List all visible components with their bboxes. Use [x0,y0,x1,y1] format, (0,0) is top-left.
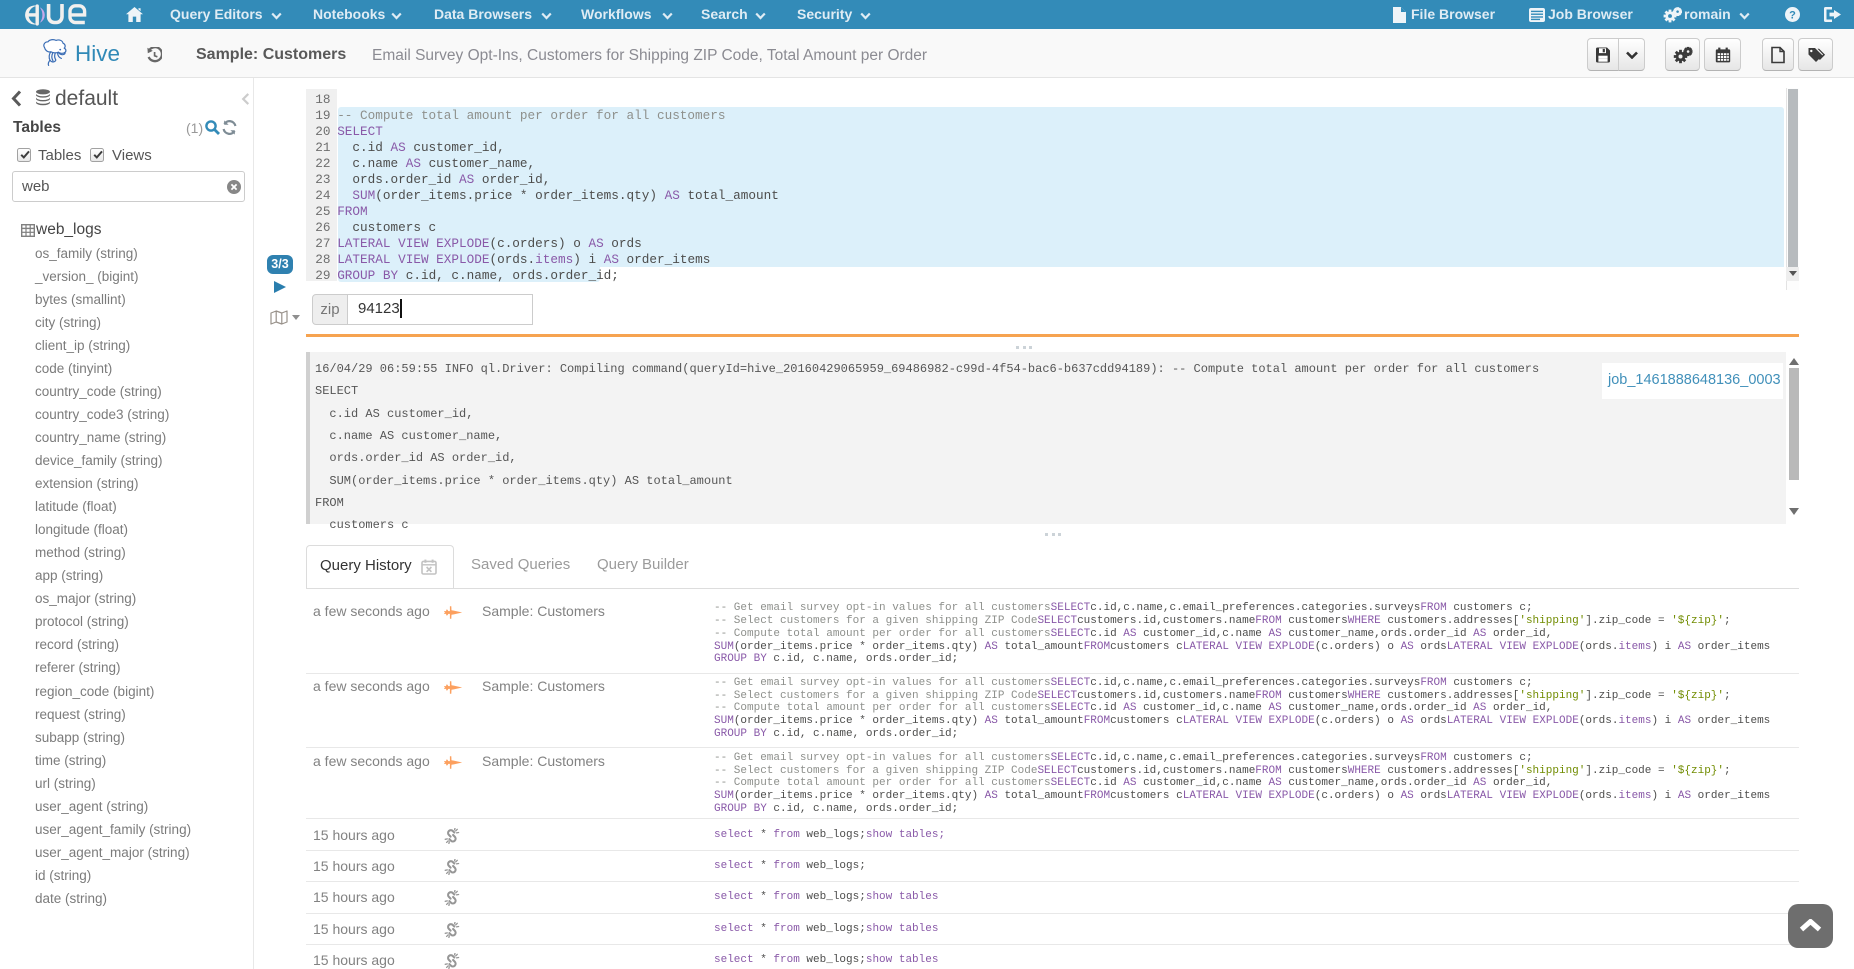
svg-text:?: ? [1789,9,1796,21]
